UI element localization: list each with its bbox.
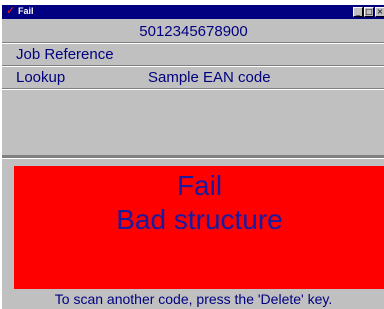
close-button[interactable]: × <box>375 7 384 17</box>
check-icon: ✓ <box>6 4 16 17</box>
minimize-button[interactable]: _ <box>353 7 363 17</box>
lookup-label: Lookup <box>16 69 66 86</box>
result-message: Bad structure <box>116 204 283 235</box>
maximize-button[interactable]: □ <box>364 7 374 17</box>
divider <box>2 42 384 44</box>
verifier-window: ✓ Fail _ □ × 5012345678900 Job Reference… <box>1 4 384 309</box>
result-status: Fail <box>176 170 223 201</box>
divider <box>2 88 384 90</box>
lookup-value: Sample EAN code <box>148 69 271 86</box>
separator-bar <box>2 155 384 159</box>
result-panel: Fail Bad structure <box>14 166 384 289</box>
instruction-text: To scan another code, press the 'Delete'… <box>54 291 333 307</box>
window-title: Fail <box>18 6 34 16</box>
title-bar[interactable]: ✓ Fail _ □ × <box>2 4 384 19</box>
divider <box>2 65 384 67</box>
scanned-barcode: 5012345678900 <box>139 23 248 40</box>
job-reference-label: Job Reference <box>16 46 114 63</box>
